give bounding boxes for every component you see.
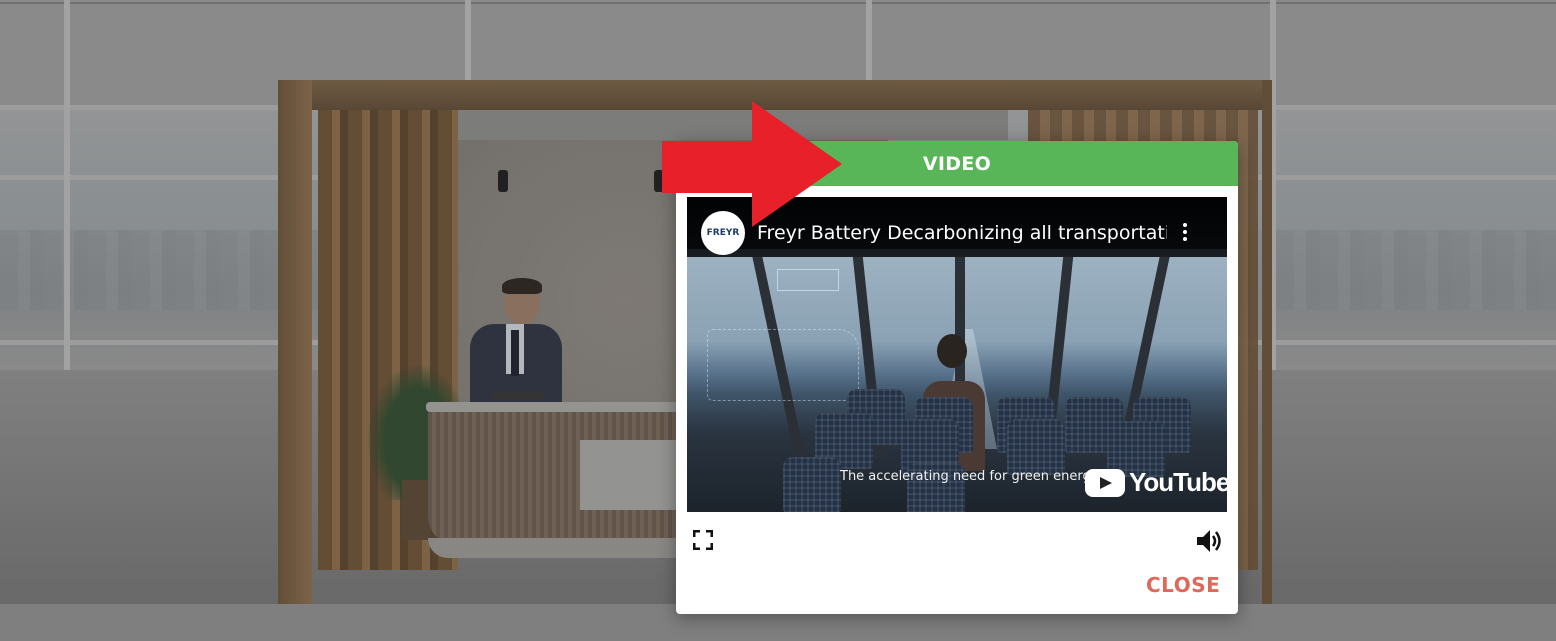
seat — [783, 457, 841, 512]
youtube-logo-link[interactable]: YouTube — [1085, 467, 1227, 498]
passenger-head — [937, 334, 967, 368]
red-arrow-icon — [662, 101, 842, 227]
youtube-play-icon — [1085, 468, 1125, 497]
hologram-ship — [707, 329, 859, 401]
channel-logo-text: FREYR — [706, 228, 740, 238]
modal-title: VIDEO — [922, 152, 992, 175]
seat — [1007, 419, 1065, 475]
video-caption: The accelerating need for green energ — [840, 469, 1091, 484]
hologram-battery — [777, 269, 839, 291]
volume-icon[interactable] — [1195, 528, 1223, 554]
close-button[interactable]: CLOSE — [1146, 573, 1220, 597]
fullscreen-icon[interactable] — [693, 530, 713, 550]
youtube-player[interactable]: FREYR Freyr Battery Decarbonizing all tr… — [687, 197, 1227, 512]
more-options-icon[interactable] — [1181, 223, 1189, 245]
youtube-wordmark: YouTube — [1129, 467, 1227, 497]
player-controls — [676, 521, 1238, 561]
